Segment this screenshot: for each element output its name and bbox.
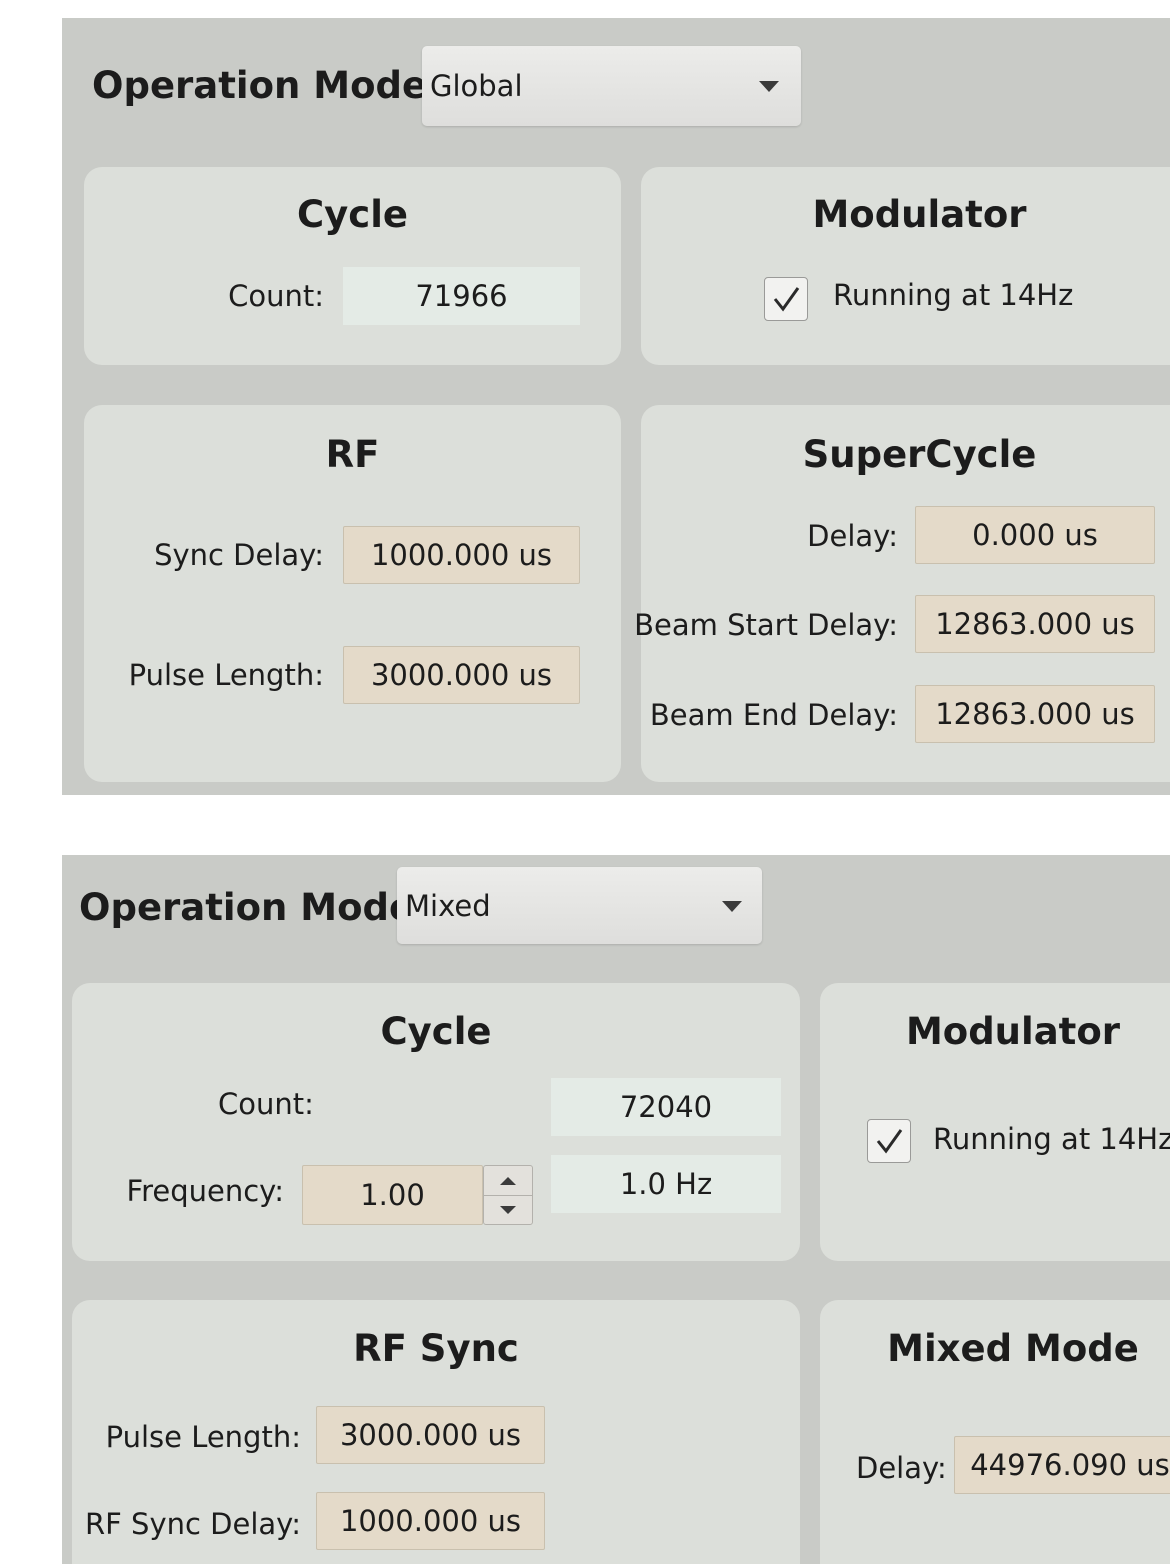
pulse-length-label: Pulse Length: bbox=[105, 1420, 301, 1454]
modulator-card: Modulator Running at 14Hz bbox=[820, 983, 1170, 1261]
running-label: Running at 14Hz bbox=[933, 1122, 1170, 1156]
count-label: Count: bbox=[228, 279, 324, 313]
mixed-mode-delay-input[interactable]: 44976.090 us bbox=[954, 1436, 1170, 1494]
checkmark-icon bbox=[876, 1129, 903, 1154]
modulator-title: Modulator bbox=[905, 1010, 1121, 1053]
chevron-down-icon bbox=[759, 81, 779, 92]
mixed-mode-delay-label: Delay: bbox=[856, 1451, 947, 1485]
supercycle-delay-input[interactable]: 0.000 us bbox=[915, 506, 1155, 564]
beam-end-delay-input[interactable]: 12863.000 us bbox=[915, 685, 1155, 743]
running-label: Running at 14Hz bbox=[833, 278, 1074, 312]
beam-start-delay-input[interactable]: 12863.000 us bbox=[915, 595, 1155, 653]
operation-mode-label: Operation Mode: bbox=[79, 886, 429, 929]
running-checkbox[interactable] bbox=[867, 1119, 911, 1163]
running-checkbox[interactable] bbox=[764, 277, 808, 321]
operation-mode-select[interactable]: Mixed bbox=[397, 867, 762, 944]
cycle-title: Cycle bbox=[297, 193, 408, 236]
mixed-mode-title: Mixed Mode bbox=[887, 1327, 1139, 1370]
pulse-length-input[interactable]: 3000.000 us bbox=[343, 646, 580, 704]
chevron-down-icon bbox=[722, 900, 742, 912]
frequency-decrement-button[interactable] bbox=[484, 1195, 532, 1224]
supercycle-card: SuperCycle Delay: 0.000 us Beam Start De… bbox=[634, 405, 1170, 782]
operation-mode-select[interactable]: Global bbox=[422, 46, 801, 126]
rf-title: RF bbox=[325, 433, 380, 476]
cycle-card: Cycle Count: 72040 Frequency: 1.00 1.0 H… bbox=[72, 983, 800, 1261]
operation-mode-label: Operation Mode: bbox=[92, 64, 442, 107]
operation-mode-value: Global bbox=[430, 69, 523, 103]
operation-mode-value: Mixed bbox=[405, 888, 491, 923]
mixed-mode-panel: Operation Mode: Mixed Cycle Count: 72040… bbox=[62, 855, 1170, 1564]
count-label: Count: bbox=[218, 1087, 314, 1121]
rf-sync-card: RF Sync Pulse Length: 3000.000 us RF Syn… bbox=[72, 1300, 800, 1564]
cycle-card: Cycle Count: 71966 bbox=[84, 167, 621, 365]
supercycle-delay-label: Delay: bbox=[807, 519, 898, 553]
count-value: 71966 bbox=[343, 267, 580, 325]
rf-card: RF Sync Delay: 1000.000 us Pulse Length:… bbox=[84, 405, 621, 782]
sync-delay-label: Sync Delay: bbox=[154, 538, 324, 572]
arrow-up-icon bbox=[500, 1176, 516, 1185]
modulator-card: Modulator Running at 14Hz bbox=[641, 167, 1170, 365]
global-mode-panel: Operation Mode: Global Cycle Count: 7196… bbox=[62, 18, 1170, 795]
supercycle-title: SuperCycle bbox=[802, 433, 1037, 476]
count-value: 72040 bbox=[551, 1078, 781, 1136]
rf-sync-delay-label: RF Sync Delay: bbox=[85, 1507, 301, 1541]
cycle-title: Cycle bbox=[380, 1010, 492, 1053]
arrow-down-icon bbox=[500, 1205, 516, 1214]
frequency-readout: 1.0 Hz bbox=[551, 1155, 781, 1213]
pulse-length-label: Pulse Length: bbox=[128, 658, 324, 692]
frequency-input[interactable]: 1.00 bbox=[302, 1165, 483, 1225]
sync-delay-input[interactable]: 1000.000 us bbox=[343, 526, 580, 584]
frequency-spinner[interactable] bbox=[483, 1165, 533, 1225]
modulator-title: Modulator bbox=[812, 193, 1027, 236]
beam-end-delay-label: Beam End Delay: bbox=[649, 698, 898, 732]
rf-sync-delay-input[interactable]: 1000.000 us bbox=[316, 1492, 545, 1550]
beam-start-delay-label: Beam Start Delay: bbox=[634, 608, 898, 642]
checkmark-icon bbox=[773, 287, 800, 312]
rf-sync-title: RF Sync bbox=[353, 1327, 519, 1370]
frequency-increment-button[interactable] bbox=[484, 1166, 532, 1196]
frequency-label: Frequency: bbox=[126, 1174, 284, 1208]
pulse-length-input[interactable]: 3000.000 us bbox=[316, 1406, 545, 1464]
mixed-mode-card: Mixed Mode Delay: 44976.090 us bbox=[820, 1300, 1170, 1564]
